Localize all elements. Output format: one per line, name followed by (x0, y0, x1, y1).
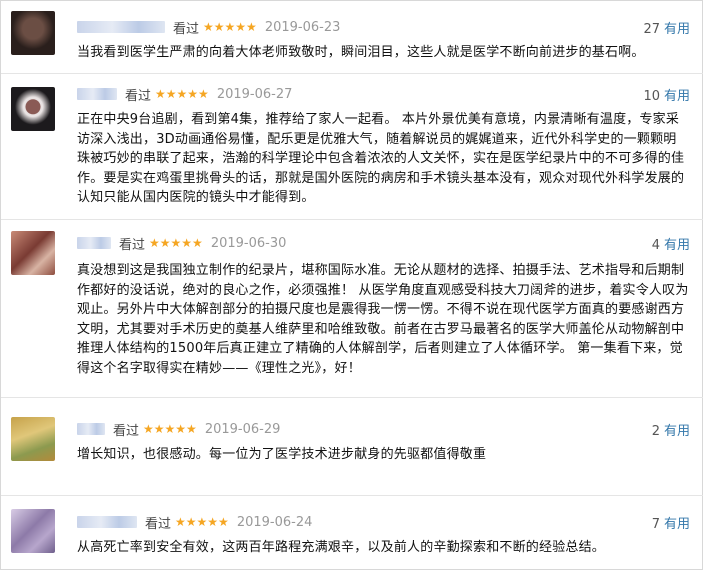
review-date: 2019-06-30 (210, 235, 287, 251)
avatar[interactable] (11, 417, 55, 461)
useful-vote[interactable]: 4 有用 (652, 234, 690, 253)
useful-label[interactable]: 有用 (664, 22, 690, 37)
avatar[interactable] (11, 231, 55, 275)
useful-label[interactable]: 有用 (664, 238, 690, 253)
useful-label[interactable]: 有用 (664, 517, 690, 532)
review-meta: 看过 ★★★★★ 2019-06-27 (77, 84, 292, 104)
avatar-image (11, 87, 55, 131)
watched-status: 看过 (173, 21, 200, 37)
useful-count: 10 (643, 89, 660, 104)
rating-stars: ★★★★★ (175, 515, 229, 529)
username-blurred[interactable] (77, 237, 111, 249)
avatar[interactable] (11, 87, 55, 131)
review-text: 正在中央9台追剧，看到第4集，推荐给了家人一起看。 本片外景优美有意境，内景清晰… (77, 112, 685, 205)
review-date: 2019-06-29 (204, 421, 281, 437)
rating-stars: ★★★★★ (143, 422, 197, 436)
useful-label[interactable]: 有用 (664, 89, 690, 104)
useful-count: 27 (643, 22, 660, 37)
review-meta: 看过 ★★★★★ 2019-06-24 (77, 512, 312, 532)
avatar[interactable] (11, 509, 55, 553)
rating-stars: ★★★★★ (155, 87, 209, 101)
review-text: 真没想到这是我国独立制作的纪录片，堪称国际水准。无论从题材的选择、拍摄手法、艺术… (77, 263, 689, 376)
useful-count: 7 (651, 517, 660, 532)
useful-count: 4 (651, 238, 660, 253)
review-text: 当我看到医学生严肃的向着大体老师致敬时，瞬间泪目，这些人就是医学不断向前进步的基… (77, 45, 645, 60)
useful-vote[interactable]: 10 有用 (643, 85, 690, 104)
review-date: 2019-06-23 (264, 19, 341, 35)
useful-count: 2 (651, 424, 660, 439)
review-text: 从高死亡率到安全有效，这两百年路程充满艰辛，以及前人的辛勤探索和不断的经验总结。 (77, 540, 606, 555)
review-date: 2019-06-27 (216, 86, 293, 102)
watched-status: 看过 (145, 516, 172, 532)
review-item: 看过 ★★★★★ 2019-06-29 2 有用 增长知识，也很感动。每一位为了医… (1, 397, 703, 501)
username-blurred[interactable] (77, 21, 165, 33)
review-date: 2019-06-24 (236, 514, 313, 530)
username-blurred[interactable] (77, 88, 117, 100)
review-item: 看过 ★★★★★ 2019-06-24 7 有用 从高死亡率到安全有效，这两百年路… (1, 495, 703, 570)
useful-label[interactable]: 有用 (664, 424, 690, 439)
useful-vote[interactable]: 7 有用 (652, 513, 690, 532)
review-text: 增长知识，也很感动。每一位为了医学技术进步献身的先驱都值得敬重 (77, 447, 487, 462)
comments-panel: 看过 ★★★★★ 2019-06-23 27 有用 当我看到医学生严肃的向着大体老… (0, 0, 703, 570)
watched-status: 看过 (125, 88, 152, 104)
avatar-image (11, 11, 55, 55)
review-meta: 看过 ★★★★★ 2019-06-29 (77, 419, 280, 439)
useful-vote[interactable]: 2 有用 (652, 420, 690, 439)
username-blurred[interactable] (77, 516, 137, 528)
username-blurred[interactable] (77, 423, 105, 435)
review-item: 看过 ★★★★★ 2019-06-27 10 有用 正在中央9台追剧，看到第4集，… (1, 73, 703, 223)
watched-status: 看过 (113, 423, 140, 439)
rating-stars: ★★★★★ (149, 236, 203, 250)
useful-vote[interactable]: 27 有用 (643, 18, 690, 37)
avatar[interactable] (11, 11, 55, 55)
review-item: 看过 ★★★★★ 2019-06-30 4 有用 真没想到这是我国独立制作的纪录片… (1, 219, 703, 397)
review-meta: 看过 ★★★★★ 2019-06-30 (77, 233, 286, 253)
avatar-image (11, 417, 55, 461)
avatar-image (11, 231, 55, 275)
review-meta: 看过 ★★★★★ 2019-06-23 (77, 17, 340, 37)
watched-status: 看过 (119, 237, 146, 253)
rating-stars: ★★★★★ (203, 20, 257, 34)
avatar-image (11, 509, 55, 553)
